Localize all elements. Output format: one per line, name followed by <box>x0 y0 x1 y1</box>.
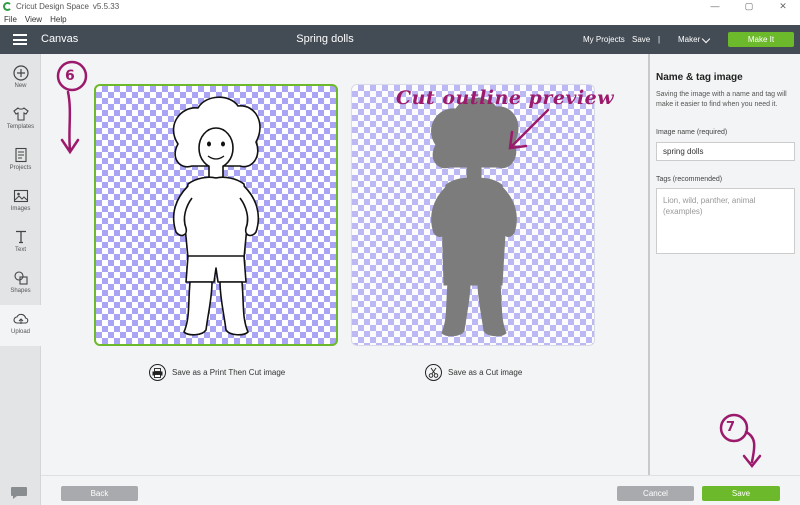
image-name-input[interactable] <box>656 142 795 161</box>
tool-new[interactable]: New <box>0 59 41 100</box>
menu-bar: File View Help <box>0 13 800 25</box>
shapes-icon <box>13 271 28 285</box>
doll-silhouette <box>431 97 519 337</box>
save-cut-option[interactable]: Save as a Cut image <box>425 364 522 381</box>
close-icon[interactable]: ✕ <box>766 0 800 13</box>
cricut-logo-icon <box>3 2 12 11</box>
machine-select[interactable]: Maker <box>678 35 700 44</box>
tool-upload[interactable]: Upload <box>0 305 41 346</box>
tool-images[interactable]: Images <box>0 182 41 223</box>
menu-help[interactable]: Help <box>50 15 66 24</box>
doll-drawing <box>172 96 261 336</box>
app-header: Canvas Spring dolls My Projects Save | M… <box>0 25 800 54</box>
cancel-button[interactable]: Cancel <box>617 486 694 501</box>
app-version: v5.5.33 <box>92 2 120 11</box>
tool-label: New <box>14 83 27 89</box>
printer-icon <box>149 364 166 381</box>
menu-view[interactable]: View <box>25 15 42 24</box>
maximize-icon[interactable]: ▢ <box>732 0 766 13</box>
cut-preview[interactable] <box>351 84 595 346</box>
panel-title: Name & tag image <box>656 72 743 83</box>
tool-label: Upload <box>10 329 30 335</box>
tool-label: Images <box>10 206 31 212</box>
tool-shapes[interactable]: Shapes <box>0 264 41 305</box>
chat-icon[interactable] <box>10 486 28 500</box>
print-then-cut-label: Save as a Print Then Cut image <box>172 368 286 377</box>
app-title: Cricut Design Space <box>16 2 89 11</box>
project-title: Spring dolls <box>296 33 354 45</box>
tool-projects[interactable]: Projects <box>0 141 41 182</box>
panel-description: Saving the image with a name and tag wil… <box>656 91 787 108</box>
tool-text[interactable]: Text <box>0 223 41 264</box>
window-titlebar: Cricut Design Space v5.5.33 — ▢ ✕ <box>0 0 800 13</box>
window-controls: — ▢ ✕ <box>698 0 800 13</box>
image-icon <box>13 189 28 203</box>
make-it-button[interactable]: Make It <box>728 32 794 47</box>
header-separator: | <box>658 35 661 44</box>
back-button[interactable]: Back <box>61 486 138 501</box>
my-projects-link[interactable]: My Projects <box>583 35 625 44</box>
tool-templates[interactable]: Templates <box>0 100 41 141</box>
tags-label: Tags (recommended) <box>656 176 723 183</box>
save-button[interactable]: Save <box>702 486 780 501</box>
canvas-area: Save as a Print Then Cut image Save as a… <box>41 54 648 475</box>
image-name-label: Image name (required) <box>656 129 728 136</box>
header-save-link[interactable]: Save <box>632 35 650 44</box>
left-toolbar: New Templates Projects Images Text Shape… <box>0 54 41 505</box>
projects-icon <box>14 147 27 163</box>
save-print-then-cut-option[interactable]: Save as a Print Then Cut image <box>149 364 285 381</box>
plus-icon <box>12 65 29 81</box>
name-tag-panel: Name & tag image Saving the image with a… <box>648 54 800 475</box>
tags-input[interactable] <box>656 188 795 254</box>
cut-label: Save as a Cut image <box>448 368 523 377</box>
text-icon <box>15 230 26 244</box>
upload-icon <box>13 313 28 324</box>
menu-file[interactable]: File <box>4 15 17 24</box>
scissors-icon <box>425 364 442 381</box>
chevron-down-icon[interactable] <box>701 34 711 44</box>
print-then-cut-preview[interactable] <box>94 84 338 346</box>
minimize-icon[interactable]: — <box>698 0 732 13</box>
tool-label: Text <box>14 247 26 253</box>
footer-bar: Back Cancel Save <box>41 475 800 505</box>
tool-label: Shapes <box>10 288 31 294</box>
shirt-icon <box>12 107 29 121</box>
tool-label: Projects <box>9 165 32 171</box>
tool-label: Templates <box>6 124 35 130</box>
